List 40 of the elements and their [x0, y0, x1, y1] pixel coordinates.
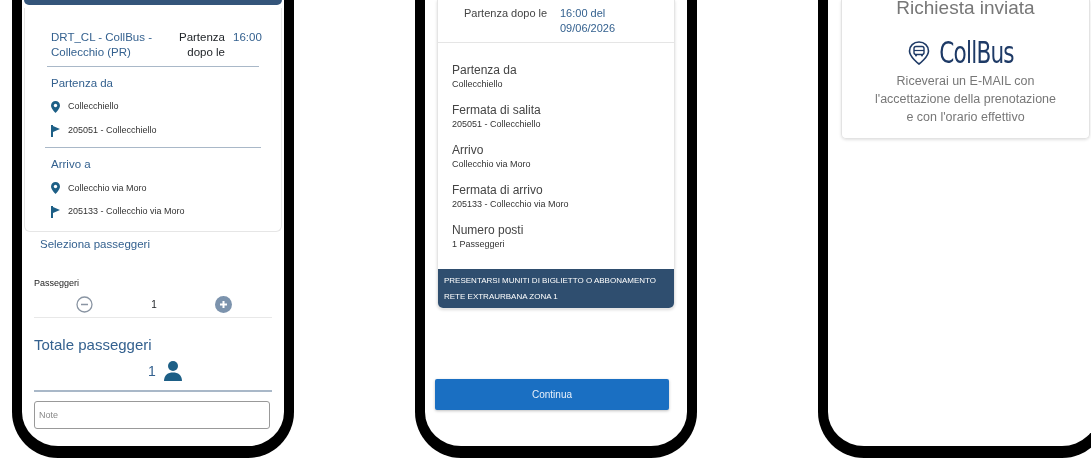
flag-icon: [51, 205, 60, 218]
continue-button[interactable]: Continua: [435, 379, 669, 410]
departure-value: 16:00 del 09/06/2026: [560, 6, 617, 36]
total-count: 1: [148, 361, 156, 381]
section-title: Arrivo a: [51, 157, 92, 173]
detail-value: 1 Passeggeri: [452, 238, 506, 251]
map-pin-icon: [51, 182, 60, 195]
section-title: Partenza da: [51, 76, 114, 91]
place-name: Collecchiello: [68, 100, 119, 114]
map-pin-icon: [51, 101, 60, 113]
detail-value: 205051 - Collecchiello: [452, 118, 542, 131]
passenger-count: 1: [151, 298, 157, 313]
person-icon: [163, 361, 182, 382]
stop-name: 205051 - Collecchiello: [68, 123, 157, 137]
detail-value: Collecchiello: [452, 78, 504, 91]
detail-label: Fermata di arrivo: [452, 183, 544, 198]
detail-label: Partenza da: [452, 63, 518, 78]
departure-time: 16:00: [233, 30, 262, 45]
field-label: Passeggeri: [34, 276, 81, 290]
place-name: Collecchio via Moro: [68, 181, 147, 195]
stop-name: 205133 - Collecchio via Moro: [68, 205, 185, 218]
section-title: Seleziona passeggeri: [40, 236, 151, 252]
route-name: DRT_CL - CollBus - Collecchio (PR): [51, 30, 153, 60]
detail-value: 205133 - Collecchio via Moro: [452, 198, 570, 211]
bus-pin-icon: [907, 41, 930, 65]
departure-label: Partenza dopo le: [177, 30, 225, 60]
logo-text: CollBus: [939, 38, 1014, 68]
detail-value: Collecchio via Moro: [452, 158, 532, 171]
detail-label: Fermata di salita: [452, 103, 542, 118]
detail-label: Arrivo: [452, 143, 485, 158]
confirmation-message: Riceverai un E-MAIL con l'accettazione della prenotazione e con l'orario effettivo: [874, 73, 1057, 126]
section-title: Totale passeggeri: [34, 335, 153, 356]
departure-label: Partenza dopo le: [464, 6, 549, 21]
detail-label: Numero posti: [452, 223, 525, 238]
confirmation-title: Richiesta inviata: [895, 0, 1036, 14]
notice-banner: PRESENTARSI MUNITI DI BIGLIETTO O ABBONAMENTO RETE EXTRAURBANA ZONA 1: [438, 269, 674, 308]
note-field[interactable]: Note: [34, 400, 270, 429]
flag-icon: [51, 124, 60, 137]
plus-icon[interactable]: [215, 296, 232, 314]
minus-icon[interactable]: [76, 296, 93, 314]
